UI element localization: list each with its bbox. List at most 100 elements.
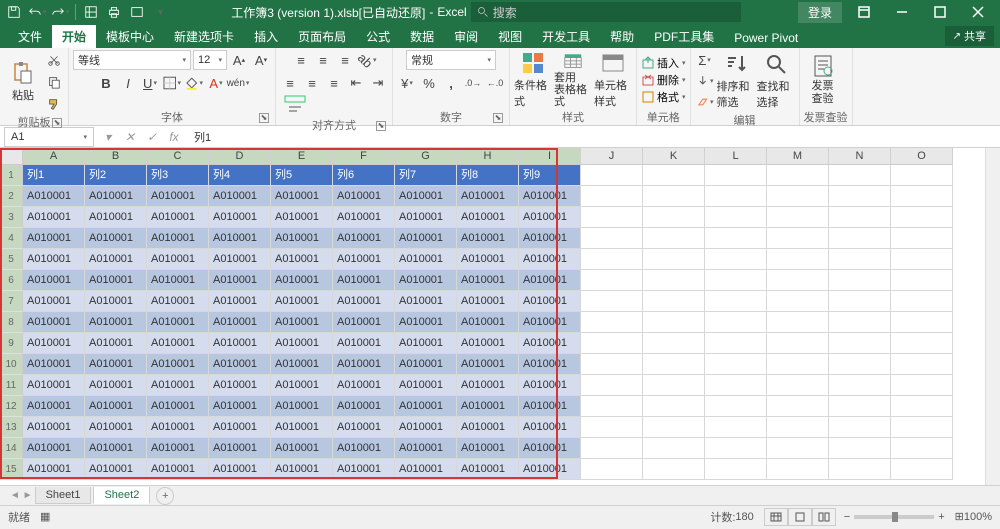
cell[interactable]: [705, 459, 767, 480]
cell[interactable]: A010001: [85, 417, 147, 438]
tab-template[interactable]: 模板中心: [96, 25, 164, 48]
cell[interactable]: [767, 459, 829, 480]
cell[interactable]: A010001: [85, 333, 147, 354]
cell[interactable]: A010001: [271, 417, 333, 438]
cell[interactable]: [643, 354, 705, 375]
cell[interactable]: A010001: [85, 459, 147, 480]
cell[interactable]: A010001: [333, 270, 395, 291]
cell[interactable]: [891, 312, 953, 333]
cell[interactable]: [829, 207, 891, 228]
cell[interactable]: A010001: [333, 312, 395, 333]
cell[interactable]: A010001: [271, 438, 333, 459]
cell[interactable]: [705, 312, 767, 333]
cell[interactable]: [829, 396, 891, 417]
cell[interactable]: [829, 249, 891, 270]
row-header-10[interactable]: 10: [0, 354, 23, 375]
close-icon[interactable]: [962, 0, 994, 24]
cell[interactable]: A010001: [85, 207, 147, 228]
cell[interactable]: A010001: [23, 291, 85, 312]
cell[interactable]: A010001: [519, 438, 581, 459]
cell[interactable]: A010001: [519, 270, 581, 291]
qat-dropdown-icon[interactable]: ▾: [150, 2, 170, 22]
row-header-4[interactable]: 4: [0, 228, 23, 249]
cell[interactable]: A010001: [395, 354, 457, 375]
font-color-button[interactable]: A▾: [206, 73, 226, 93]
select-all-corner[interactable]: [0, 148, 23, 165]
cell[interactable]: A010001: [519, 249, 581, 270]
cell[interactable]: [581, 270, 643, 291]
row-header-7[interactable]: 7: [0, 291, 23, 312]
cell[interactable]: A010001: [395, 228, 457, 249]
cell[interactable]: A010001: [333, 207, 395, 228]
col-header-J[interactable]: J: [581, 148, 643, 165]
format-painter-icon[interactable]: [44, 94, 64, 114]
cell[interactable]: [891, 417, 953, 438]
cell[interactable]: A010001: [333, 354, 395, 375]
cell[interactable]: A010001: [271, 186, 333, 207]
cell[interactable]: A010001: [519, 186, 581, 207]
cell[interactable]: A010001: [85, 291, 147, 312]
tab-insert[interactable]: 插入: [244, 25, 288, 48]
cell[interactable]: A010001: [23, 354, 85, 375]
cell[interactable]: A010001: [147, 186, 209, 207]
col-header-B[interactable]: B: [85, 148, 147, 165]
tab-newtab[interactable]: 新建选项卡: [164, 25, 244, 48]
number-format-combo[interactable]: 常规▾: [406, 50, 496, 70]
autosum-icon[interactable]: Σ▾: [695, 50, 715, 70]
cancel-formula-icon[interactable]: ✕: [120, 127, 140, 147]
cell[interactable]: A010001: [271, 333, 333, 354]
launcher-icon[interactable]: ⬊: [376, 121, 386, 131]
cell[interactable]: [829, 417, 891, 438]
increase-decimal-icon[interactable]: .0→: [463, 73, 483, 93]
cell[interactable]: A010001: [395, 312, 457, 333]
cell[interactable]: [643, 459, 705, 480]
cell[interactable]: A010001: [271, 249, 333, 270]
row-header-12[interactable]: 12: [0, 396, 23, 417]
cell[interactable]: A010001: [23, 333, 85, 354]
cell[interactable]: 列4: [209, 165, 271, 186]
cell[interactable]: A010001: [333, 417, 395, 438]
cell[interactable]: [581, 228, 643, 249]
cell[interactable]: A010001: [457, 333, 519, 354]
cell[interactable]: [829, 312, 891, 333]
cell[interactable]: [643, 207, 705, 228]
tab-formula[interactable]: 公式: [356, 25, 400, 48]
cell[interactable]: A010001: [519, 354, 581, 375]
row-header-5[interactable]: 5: [0, 249, 23, 270]
cell-style-button[interactable]: 单元格样式: [594, 51, 632, 109]
cell[interactable]: [829, 270, 891, 291]
cell[interactable]: A010001: [271, 354, 333, 375]
cell[interactable]: A010001: [333, 333, 395, 354]
cell[interactable]: A010001: [85, 270, 147, 291]
row-header-8[interactable]: 8: [0, 312, 23, 333]
zoom-slider[interactable]: [854, 515, 934, 519]
cell[interactable]: [705, 186, 767, 207]
save-icon[interactable]: [4, 2, 24, 22]
cell[interactable]: [891, 396, 953, 417]
cell[interactable]: A010001: [209, 207, 271, 228]
cell[interactable]: A010001: [209, 186, 271, 207]
cell[interactable]: A010001: [519, 312, 581, 333]
cell[interactable]: A010001: [209, 354, 271, 375]
cell[interactable]: [643, 186, 705, 207]
delete-cell-button[interactable]: 删除▾: [641, 72, 686, 88]
align-top-icon[interactable]: ≡: [291, 50, 311, 70]
cell[interactable]: A010001: [457, 186, 519, 207]
cell[interactable]: A010001: [271, 228, 333, 249]
cell[interactable]: A010001: [457, 228, 519, 249]
cell[interactable]: [829, 186, 891, 207]
sheet-tab-2[interactable]: Sheet2: [93, 487, 150, 504]
cell[interactable]: [767, 270, 829, 291]
tab-pdf[interactable]: PDF工具集: [644, 25, 724, 48]
cell[interactable]: [581, 396, 643, 417]
cell[interactable]: A010001: [23, 312, 85, 333]
cell[interactable]: A010001: [209, 312, 271, 333]
cell[interactable]: [581, 165, 643, 186]
insert-cell-button[interactable]: 插入▾: [641, 55, 686, 71]
tab-power[interactable]: Power Pivot: [724, 28, 808, 48]
row-header-15[interactable]: 15: [0, 459, 23, 480]
align-center-icon[interactable]: ≡: [302, 73, 322, 93]
cell[interactable]: [705, 228, 767, 249]
cell[interactable]: A010001: [23, 249, 85, 270]
cell[interactable]: [767, 186, 829, 207]
